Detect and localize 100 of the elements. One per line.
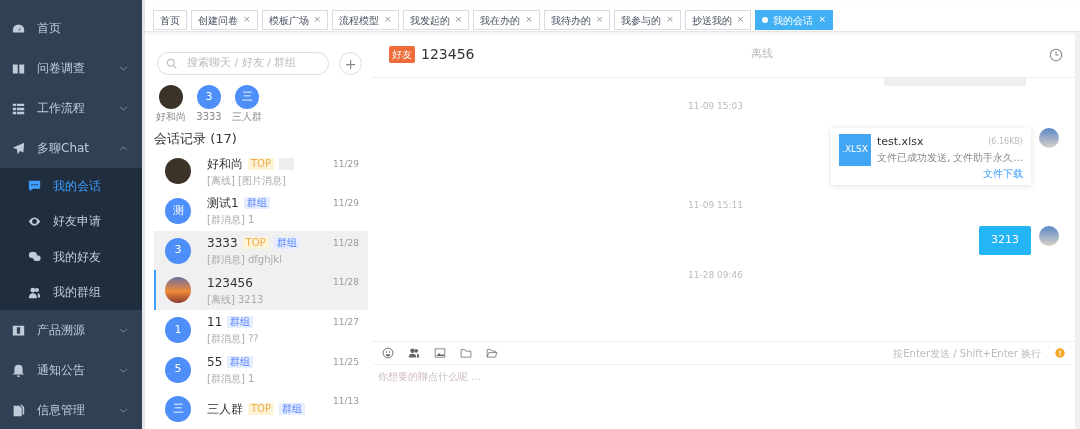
sidebar-item[interactable]: 多聊Chat	[0, 128, 142, 168]
date: 11/13	[333, 395, 359, 409]
add-button[interactable]: +	[339, 52, 362, 75]
tab[interactable]: 模板广场 ×	[261, 10, 329, 30]
message-preview: [群消息] 1	[207, 372, 256, 386]
photo-placeholder	[1039, 127, 1059, 148]
photo-placeholder	[159, 85, 183, 109]
date: 11/28	[333, 236, 359, 250]
chat-title: 123456	[421, 45, 475, 64]
friend-badge: 好友	[389, 46, 415, 63]
chat-bubbles-icon	[28, 250, 41, 264]
conversation-item[interactable]: 1 11 群组 [群消息] ?? 11/27	[154, 310, 368, 350]
message-preview: [群消息] ??	[207, 332, 260, 347]
file-icon: .XLSX	[839, 133, 871, 166]
sidebar-item[interactable]: 问卷调查	[0, 48, 142, 88]
contact-name: 测试1	[207, 195, 239, 213]
conversation-item[interactable]: 好和尚 TOP [离线] [图片消息] 11/29	[154, 151, 368, 192]
contact-name: 3333	[196, 110, 222, 124]
message-bubble: 3213	[979, 226, 1031, 255]
paper-plane-icon	[12, 141, 25, 155]
message-preview: [离线] 3213	[207, 292, 265, 307]
tab[interactable]: 首页	[153, 10, 187, 30]
submenu-item[interactable]: 我的群组	[0, 274, 142, 310]
timestamp: 11-09 15:03	[687, 100, 744, 113]
contact-name: 三人群	[207, 401, 243, 419]
file-note: 文件已成功发送, 文件助手永久...	[877, 151, 1023, 165]
date: 11/28	[333, 276, 359, 290]
conversation-item[interactable]: 测 测试1 群组 [群消息] 1 11/29	[154, 191, 368, 231]
photo-placeholder	[165, 277, 191, 304]
submenu-item[interactable]: 好友申请	[0, 203, 142, 239]
section-title: 会话记录 (17)	[154, 130, 238, 148]
group-tag: 群组	[227, 356, 254, 368]
bell-icon	[12, 363, 25, 377]
tab[interactable]: 创建问卷 ×	[191, 10, 258, 30]
image-icon[interactable]	[434, 347, 446, 359]
contact-name: 三人群	[232, 110, 262, 124]
contact-name: 好和尚	[207, 155, 243, 173]
id-card-icon	[12, 323, 25, 337]
date: 11/29	[333, 157, 359, 171]
avatar: 测	[165, 197, 191, 224]
top-tag: TOP	[248, 157, 274, 170]
eye-icon	[28, 214, 41, 228]
contact-name: 3333	[207, 235, 238, 253]
tab[interactable]: 流程模型 ×	[332, 10, 399, 30]
date: 11/25	[333, 355, 359, 369]
submenu-item[interactable]: 我的好友	[0, 239, 142, 275]
list-icon	[12, 101, 25, 115]
file-name: test.xlsx	[877, 133, 924, 150]
sidebar-item[interactable]: 通知公告	[0, 350, 142, 390]
conversation-item[interactable]: 123456 [离线] 3213 11/28	[154, 270, 368, 311]
message-preview: [离线] [图片消息]	[207, 173, 287, 188]
photo-placeholder	[1039, 226, 1059, 246]
sidebar-item[interactable]: 信息管理	[0, 390, 142, 429]
conversation-item[interactable]: 3 3333 TOP 群组 [群消息] dfghjkl 11/28	[154, 230, 368, 271]
gauge-icon	[12, 21, 25, 35]
avatar: 1	[165, 316, 191, 343]
status-text: 离线	[750, 46, 773, 63]
tab[interactable]: 抄送我的 ×	[684, 10, 752, 30]
contact-name: 11	[207, 314, 223, 332]
conversation-item[interactable]: 三 三人群 TOP 群组 11/13	[154, 389, 368, 429]
sidebar-item[interactable]: 首页	[0, 8, 142, 48]
contact-name: 好和尚	[156, 110, 186, 124]
group-tag: 群组	[273, 237, 300, 250]
active-dot	[762, 17, 769, 23]
contact-name: 55	[207, 354, 223, 371]
search-icon	[166, 58, 177, 69]
photo-placeholder	[165, 158, 191, 185]
avatar: 5	[165, 356, 191, 383]
timestamp: 11-09 15:11	[687, 198, 744, 212]
users-icon[interactable]	[408, 347, 420, 359]
date: 11/29	[333, 197, 359, 211]
message-preview: [群消息] 1	[207, 213, 256, 228]
tab[interactable]: 我待办的 ×	[543, 10, 611, 30]
avatar: 3	[197, 85, 221, 109]
chat-bubble-icon	[28, 179, 41, 193]
hint-text: 按Enter发送 / Shift+Enter 换行	[893, 346, 1041, 361]
group-tag: 群组	[279, 403, 305, 416]
tab[interactable]: 我发起的 ×	[402, 10, 470, 30]
submenu-item[interactable]: 我的会话	[0, 168, 142, 204]
message-preview: [群消息] dfghjkl	[207, 253, 283, 268]
avatar: 三	[165, 396, 191, 423]
history-icon[interactable]	[1049, 47, 1063, 62]
contact-name: 123456	[207, 274, 253, 292]
documents-icon	[12, 403, 25, 417]
conversation-item[interactable]: 5 55 群组 [群消息] 1 11/25	[154, 349, 368, 390]
open-folder-icon[interactable]	[486, 347, 498, 359]
info-icon	[1055, 348, 1065, 358]
tab[interactable]: 我在办的 ×	[473, 10, 540, 30]
emoji-icon[interactable]	[382, 347, 394, 359]
users-icon	[28, 285, 41, 299]
timestamp: 11-28 09:46	[687, 268, 744, 282]
sidebar-item[interactable]: 工作流程	[0, 88, 142, 128]
book-icon	[12, 61, 25, 75]
date: 11/27	[333, 316, 359, 330]
avatar: 三	[235, 85, 259, 109]
tab[interactable]: 我参与的 ×	[614, 10, 681, 30]
folder-icon[interactable]	[460, 347, 472, 359]
file-size: (6.16KB)	[988, 135, 1023, 148]
sidebar-item[interactable]: 产品溯源	[0, 310, 142, 350]
top-tag: TOP	[242, 237, 269, 250]
